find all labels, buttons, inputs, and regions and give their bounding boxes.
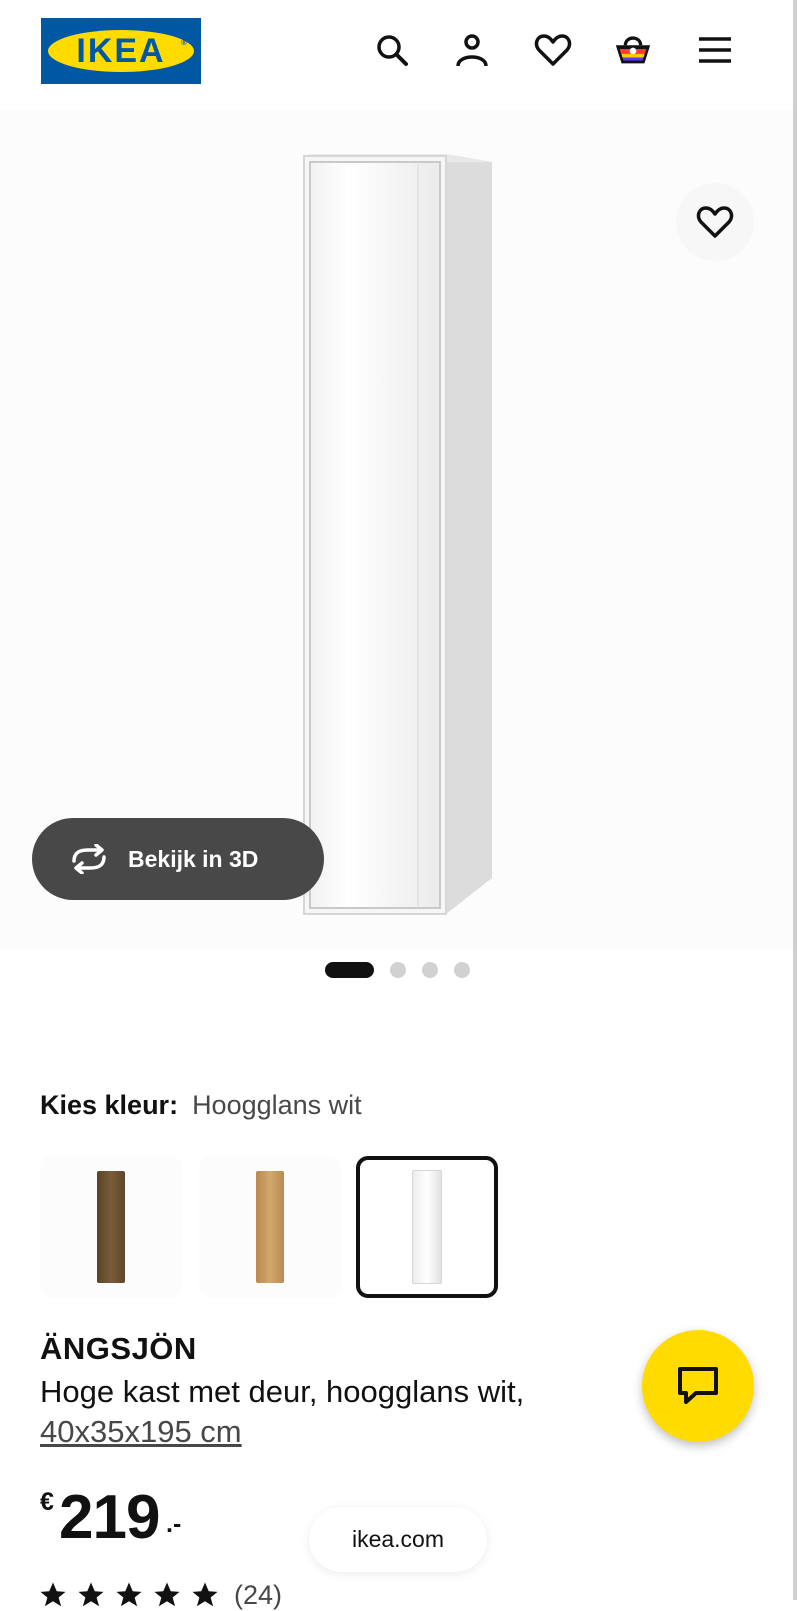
- product-description: Hoge kast met deur, hoogglans wit,: [40, 1374, 525, 1409]
- product-rating[interactable]: (24): [38, 1580, 282, 1610]
- color-chooser-label: Kies kleur:: [40, 1090, 179, 1120]
- star-icon: [192, 1582, 218, 1607]
- ikea-logo[interactable]: IKEA ®: [41, 18, 201, 84]
- product-image: [298, 150, 498, 920]
- carousel-dot-2[interactable]: [390, 962, 406, 978]
- save-favourite-button[interactable]: [676, 183, 754, 261]
- chat-icon: [678, 1367, 718, 1404]
- search-icon[interactable]: [372, 30, 412, 70]
- color-swatch-dark-wood[interactable]: [40, 1156, 182, 1298]
- swatch-thumbnail: [256, 1171, 284, 1283]
- carousel-dot-3[interactable]: [422, 962, 438, 978]
- view-in-3d-button[interactable]: Bekijk in 3D: [32, 818, 324, 900]
- selected-color-name: Hoogglans wit: [192, 1090, 362, 1120]
- price-integer: 219: [59, 1483, 160, 1552]
- heart-icon[interactable]: [533, 30, 573, 70]
- chat-button[interactable]: [642, 1330, 754, 1442]
- account-icon[interactable]: [452, 30, 492, 70]
- color-swatch-oak[interactable]: [199, 1156, 341, 1298]
- screen-edge: [793, 0, 797, 1600]
- basket-icon[interactable]: [613, 30, 653, 70]
- registered-mark: ®: [181, 38, 187, 47]
- star-icon: [40, 1582, 66, 1607]
- price-currency: €: [40, 1488, 54, 1516]
- rotate-3d-icon: [66, 841, 112, 877]
- product-dimensions-link[interactable]: 40x35x195 cm: [40, 1414, 242, 1450]
- review-count: (24): [234, 1579, 283, 1610]
- swatch-thumbnail: [412, 1170, 442, 1284]
- star-icon: [154, 1582, 180, 1607]
- menu-icon[interactable]: [695, 30, 735, 70]
- swatch-thumbnail: [97, 1171, 125, 1283]
- star-icon: [78, 1582, 104, 1607]
- carousel-dot-4[interactable]: [454, 962, 470, 978]
- view-in-3d-label: Bekijk in 3D: [128, 845, 259, 872]
- carousel-dot-1[interactable]: [325, 962, 374, 978]
- browser-address-bar[interactable]: ikea.com: [309, 1507, 487, 1572]
- browser-url: ikea.com: [351, 1526, 445, 1552]
- color-swatch-white[interactable]: [356, 1156, 498, 1298]
- heart-icon: [696, 206, 734, 238]
- price-decimal: .-: [166, 1510, 182, 1538]
- product-name: ÄNGSJÖN: [40, 1331, 197, 1366]
- logo-text: IKEA: [76, 32, 166, 70]
- color-chooser-header: Kies kleur: Hoogglans wit: [40, 1090, 362, 1121]
- carousel-indicator: [325, 962, 470, 978]
- site-header: IKEA ®: [0, 0, 793, 100]
- star-icon: [116, 1582, 142, 1607]
